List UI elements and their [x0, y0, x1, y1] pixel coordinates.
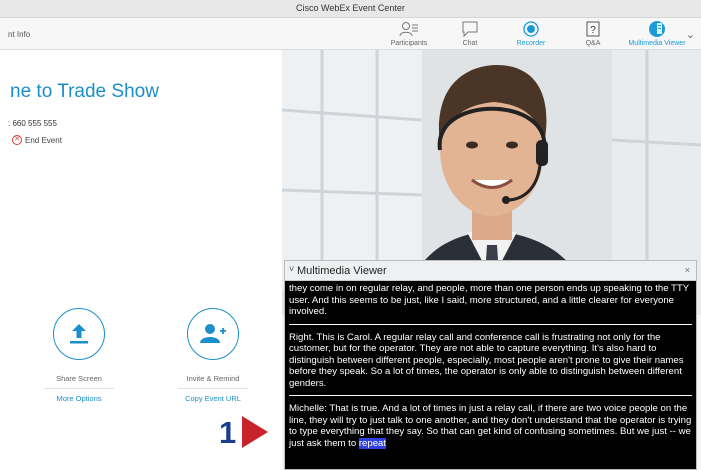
invite-action: Invite & Remind Copy Event URL — [168, 308, 258, 403]
add-user-icon — [200, 324, 226, 343]
chat-label: Chat — [462, 40, 478, 47]
divider — [44, 388, 114, 389]
more-options-link[interactable]: More Options — [34, 394, 124, 403]
event-info-panel: ne to Trade Show : 660 555 555 ✕ End Eve… — [0, 50, 282, 470]
caption-paragraph: they come in on regular relay, and peopl… — [289, 281, 692, 325]
multimedia-viewer-icon — [649, 21, 665, 37]
window-title: Cisco WebEx Event Center — [296, 3, 405, 13]
share-screen-button[interactable] — [53, 308, 105, 360]
event-title: ne to Trade Show — [10, 81, 159, 102]
chat-icon — [462, 21, 478, 38]
recorder-button[interactable]: Recorder — [499, 20, 563, 48]
participants-button[interactable]: Participants — [377, 20, 441, 48]
chat-button[interactable]: Chat — [438, 20, 502, 48]
arrow-right-icon — [242, 416, 269, 448]
toolbar: nt Info Participants Chat Recorder ? Q&A… — [0, 18, 701, 50]
end-event-label: End Event — [25, 135, 62, 145]
participants-label: Participants — [390, 40, 428, 47]
participants-icon — [399, 22, 418, 37]
multimedia-viewer-button[interactable]: Multimedia Viewer — [625, 20, 689, 48]
caption-text: Michelle: That is true. And a lot of tim… — [289, 403, 692, 449]
webex-window: Cisco WebEx Event Center nt Info Partici… — [0, 0, 701, 470]
collapse-chevron-icon[interactable]: ˅ — [289, 264, 294, 274]
qa-button[interactable]: ? Q&A — [561, 20, 625, 48]
caption-paragraph: Right. This is Carol. A regular relay ca… — [289, 330, 692, 396]
close-icon[interactable]: × — [685, 265, 690, 275]
end-event-button[interactable]: ✕ End Event — [12, 135, 62, 145]
copy-event-url-link[interactable]: Copy Event URL — [168, 394, 258, 403]
recorder-icon — [523, 21, 539, 37]
qa-label: Q&A — [585, 40, 601, 47]
tab-event-info[interactable]: nt Info — [8, 30, 30, 39]
share-screen-label: Share Screen — [56, 374, 102, 383]
recorder-label: Recorder — [516, 40, 546, 47]
divider — [178, 388, 248, 389]
multimedia-viewer-title: Multimedia Viewer — [297, 265, 387, 277]
caption-paragraph: Michelle: That is true. And a lot of tim… — [289, 401, 692, 455]
end-event-icon: ✕ — [12, 135, 22, 145]
highlighted-word: repeat — [358, 437, 387, 449]
share-screen-action: Share Screen More Options — [34, 308, 124, 403]
callout-number: 1 — [219, 414, 237, 450]
invite-remind-label: Invite & Remind — [186, 374, 240, 383]
svg-text:?: ? — [590, 25, 596, 36]
multimedia-viewer-header: ˅ Multimedia Viewer × — [285, 261, 696, 281]
chevron-down-icon[interactable]: ⌄ — [686, 28, 695, 41]
multimedia-viewer-label: Multimedia Viewer — [628, 40, 686, 47]
upload-icon — [70, 324, 88, 344]
event-number: : 660 555 555 — [8, 119, 57, 128]
invite-remind-button[interactable] — [187, 308, 239, 360]
qa-icon: ? — [586, 21, 600, 37]
multimedia-viewer-panel: ˅ Multimedia Viewer × they come in on re… — [284, 260, 697, 470]
title-bar: Cisco WebEx Event Center — [0, 0, 701, 18]
caption-transcript[interactable]: they come in on regular relay, and peopl… — [285, 281, 696, 455]
callout-marker: 1 — [219, 414, 269, 450]
